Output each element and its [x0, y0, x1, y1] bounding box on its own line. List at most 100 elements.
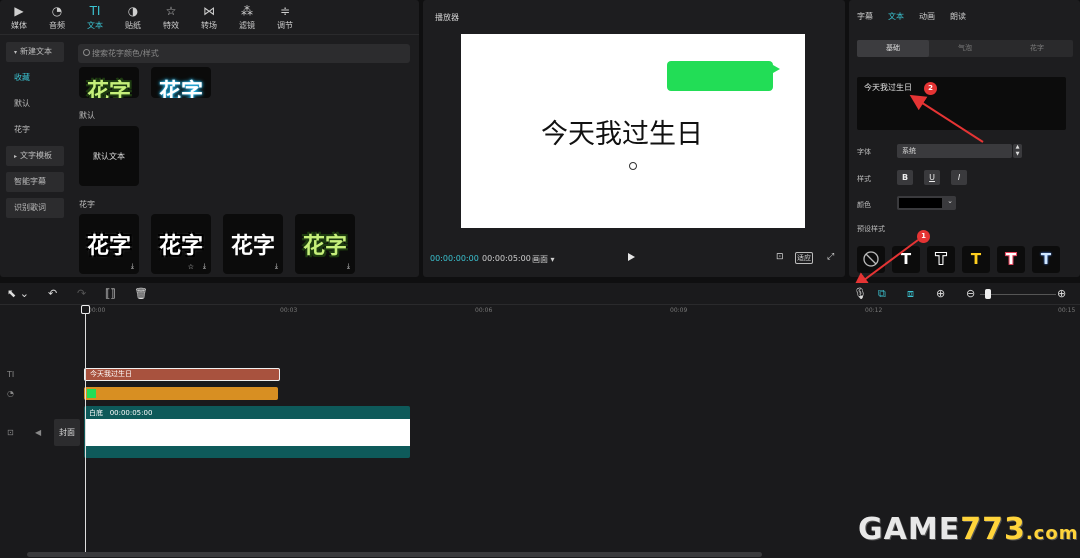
player-controls: 00:00:00:00 00:00:05:00 画面 ▾ ⊡ 适应 ⤢ — [423, 250, 845, 268]
video-track-icon: ⊡ — [7, 428, 14, 437]
fancy-tile[interactable]: 花字 ⤓ — [223, 214, 283, 274]
text-track-icon: TI — [7, 370, 15, 379]
ruler-label: 00:15 — [1058, 307, 1076, 314]
playhead[interactable] — [85, 313, 86, 553]
italic-button[interactable]: I — [951, 170, 967, 185]
waveform-icon[interactable]: ⊡ — [776, 252, 784, 262]
tool-sticker-label: 贴纸 — [125, 21, 141, 30]
fancy-preview: 花字 — [86, 234, 131, 259]
fit-button[interactable]: 适应 — [795, 252, 813, 264]
video-clip[interactable]: 白底 00:00:05:00 — [84, 406, 410, 458]
split-icon[interactable]: ⟦⟧ — [105, 287, 116, 300]
watermark-brand: GAME — [858, 512, 961, 547]
subtab-fancy[interactable]: 花字 — [1001, 40, 1073, 57]
fancy-preview: 花字 — [158, 80, 203, 98]
tool-audio[interactable]: ◔ 音频 — [38, 0, 76, 34]
redo-icon[interactable]: ↷ — [77, 287, 86, 300]
preset-yellow[interactable]: T — [962, 246, 990, 273]
favorite-tile[interactable]: 花字 — [79, 67, 139, 98]
fancy-tile[interactable]: 花字 ☆ ⤓ — [151, 214, 211, 274]
ratio-dropdown[interactable]: 画面 ▾ — [532, 254, 555, 265]
download-icon[interactable]: ⤓ — [347, 262, 350, 271]
main-toolbar: ▶ 媒体 ◔ 音频 TI 文本 ◑ 贴纸 ☆ 特效 ⋈ 转场 ⁂ 滤镜 ≑ 调节 — [0, 0, 310, 34]
caret-down-icon: ▾ — [14, 49, 18, 56]
preview-canvas[interactable]: 今天我过生日 — [461, 34, 805, 228]
text-clip[interactable]: 今天我过生日 — [84, 368, 280, 381]
download-icon[interactable]: ⤓ — [275, 262, 278, 271]
subtab-basic[interactable]: 基础 — [857, 40, 929, 57]
font-select[interactable]: 系统 — [897, 144, 1012, 158]
select-tool-icon[interactable]: ⬉ ⌄ — [7, 287, 29, 300]
nav-fancy[interactable]: 花字 — [6, 120, 64, 140]
sticker-clip[interactable] — [84, 387, 278, 400]
search-input[interactable]: 搜索花字颜色/样式 — [78, 44, 410, 63]
site-watermark: GAME773.com — [858, 512, 1078, 547]
download-icon[interactable]: ⤓ — [203, 262, 206, 271]
search-icon — [83, 49, 90, 56]
delete-icon[interactable]: 🗑 — [134, 287, 148, 300]
fancy-tile[interactable]: 花字 ⤓ — [295, 214, 355, 274]
play-icon[interactable] — [628, 253, 635, 261]
fullscreen-icon[interactable]: ⤢ — [827, 252, 834, 262]
timeline-scrollbar[interactable] — [27, 552, 762, 557]
tool-adjust[interactable]: ≑ 调节 — [266, 0, 304, 34]
tab-text[interactable]: 文本 — [888, 11, 904, 22]
download-icon[interactable]: ⤓ — [131, 262, 134, 271]
text-content-field[interactable]: 今天我过生日 — [857, 77, 1066, 130]
preset-none[interactable] — [857, 246, 885, 273]
tool-sticker[interactable]: ◑ 贴纸 — [114, 0, 152, 34]
nav-new-text[interactable]: ▾ 新建文本 — [6, 42, 64, 62]
fancy-preview: 花字 — [302, 234, 347, 259]
cover-button[interactable]: 封面 — [54, 419, 80, 446]
video-clip-header: 白底 00:00:05:00 — [89, 408, 152, 418]
split-screen-icon[interactable]: ⊕ — [936, 287, 945, 300]
annotation-badge-1: 1 — [917, 230, 930, 243]
snap-icon[interactable]: ⧈ — [907, 287, 914, 300]
mute-icon[interactable]: ◀︎ — [35, 428, 41, 437]
preset-red-outline[interactable]: T — [997, 246, 1025, 273]
tab-subtitle[interactable]: 字幕 — [857, 11, 873, 22]
nav-smart-subtitle[interactable]: 智能字幕 — [6, 172, 64, 192]
undo-icon[interactable]: ↶ — [48, 287, 57, 300]
tab-animation[interactable]: 动画 — [919, 11, 935, 22]
zoom-in-icon[interactable]: ⊕ — [1057, 287, 1066, 300]
default-text-tile[interactable]: 默认文本 — [79, 126, 139, 186]
speech-bubble-sticker[interactable] — [667, 61, 780, 91]
tool-media[interactable]: ▶ 媒体 — [0, 0, 38, 34]
ruler-label: 00:12 — [865, 307, 883, 314]
favorite-tile[interactable]: 花字 — [151, 67, 211, 98]
tab-read-aloud[interactable]: 朗读 — [950, 11, 966, 22]
zoom-slider-handle[interactable] — [985, 289, 991, 299]
tool-transition[interactable]: ⋈ 转场 — [190, 0, 228, 34]
fancy-tile[interactable]: 花字 ⤓ — [79, 214, 139, 274]
audio-icon: ◔ — [51, 4, 63, 18]
tool-filter[interactable]: ⁂ 滤镜 — [228, 0, 266, 34]
bold-button[interactable]: B — [897, 170, 913, 185]
nav-default[interactable]: 默认 — [6, 94, 64, 114]
zoom-slider[interactable] — [980, 294, 1056, 295]
canvas-text[interactable]: 今天我过生日 — [541, 112, 703, 151]
nav-favorites[interactable]: 收藏 — [6, 68, 64, 88]
underline-button[interactable]: U — [924, 170, 940, 185]
preset-outline[interactable]: T — [927, 246, 955, 273]
adjust-icon: ≑ — [279, 4, 291, 18]
zoom-out-icon[interactable]: ⊖ — [966, 287, 975, 300]
ruler-label: 00:06 — [475, 307, 493, 314]
tool-effects[interactable]: ☆ 特效 — [152, 0, 190, 34]
preset-white[interactable]: T — [892, 246, 920, 273]
section-default-label: 默认 — [79, 111, 95, 120]
nav-new-text-label: 新建文本 — [20, 47, 53, 56]
tool-text[interactable]: TI 文本 — [76, 0, 114, 34]
favorite-star-icon[interactable]: ☆ — [188, 263, 194, 271]
nav-lyrics[interactable]: 识别歌词 — [6, 198, 64, 218]
link-icon[interactable]: ⧉ — [878, 287, 886, 300]
nav-text-template[interactable]: ▸ 文字模板 — [6, 146, 64, 166]
font-stepper[interactable]: ▲ ▼ — [1013, 144, 1022, 158]
fancy-preview: 花字 — [158, 234, 203, 259]
rotate-handle-icon[interactable] — [629, 162, 637, 170]
subtab-bubble[interactable]: 气泡 — [929, 40, 1001, 57]
color-picker[interactable]: ⌄ — [897, 196, 956, 210]
preset-blue[interactable]: T — [1032, 246, 1060, 273]
microphone-icon[interactable]: 🎙 — [853, 287, 867, 300]
sticker-track-icon: ◔ — [7, 389, 14, 398]
